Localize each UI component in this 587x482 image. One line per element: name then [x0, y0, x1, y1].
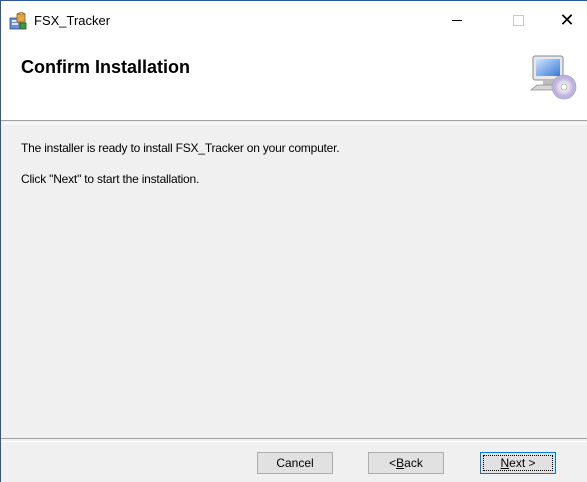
computer-cd-icon [529, 55, 577, 100]
next-label-mnemonic: N [500, 456, 510, 470]
minimize-button[interactable] [434, 2, 480, 38]
footer-divider [1, 438, 587, 442]
next-button[interactable]: Next > [480, 452, 556, 474]
close-icon: ✕ [559, 9, 575, 30]
title-bar[interactable]: FSX_Tracker ✕ [1, 0, 587, 41]
back-label-prefix: < [389, 456, 397, 470]
maximize-button [495, 2, 541, 38]
ready-message: The installer is ready to install FSX_Tr… [21, 141, 340, 155]
next-label-rest: ext > [509, 456, 536, 470]
page-title: Confirm Installation [21, 57, 191, 77]
cancel-label: Cancel [276, 456, 314, 470]
header-banner: Confirm Installation [1, 40, 587, 120]
back-button[interactable]: < Back [368, 452, 444, 474]
window-title: FSX_Tracker [34, 13, 111, 28]
close-button[interactable]: ✕ [544, 2, 587, 38]
installer-app-icon [9, 12, 27, 30]
maximize-icon [512, 14, 524, 26]
cancel-button[interactable]: Cancel [257, 452, 333, 474]
minimize-icon [452, 19, 462, 21]
instruction-message: Click "Next" to start the installation. [21, 172, 200, 186]
back-label-rest: ack [404, 456, 423, 470]
back-label-mnemonic: B [396, 456, 405, 470]
installer-window: FSX_Tracker ✕ Confirm Installation The i… [0, 0, 587, 482]
header-divider [1, 120, 587, 124]
